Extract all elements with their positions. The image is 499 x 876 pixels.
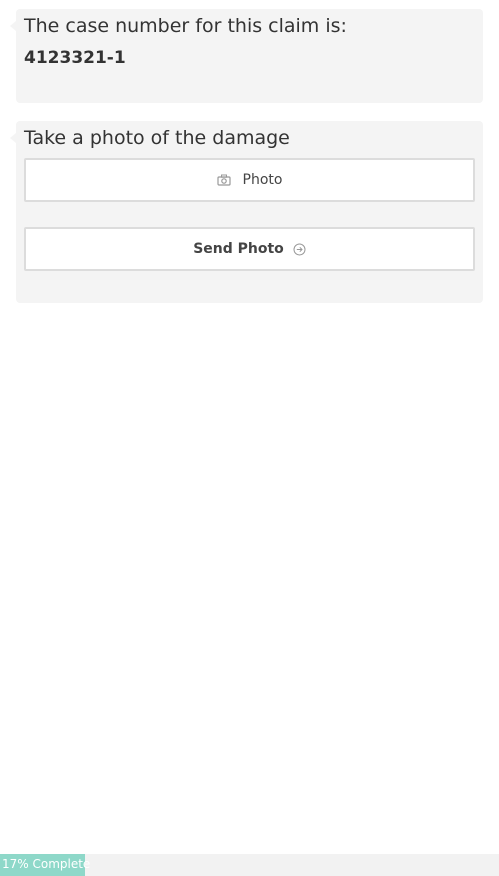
send-photo-button-label: Send Photo [193,241,284,257]
case-number-label: The case number for this claim is: [24,15,347,37]
case-number-value: 4123321-1 [24,48,126,68]
photo-request-card: Take a photo of the damage Photo Send Ph… [10,121,483,303]
send-photo-button[interactable]: Send Photo [24,227,475,271]
photo-button-label: Photo [242,172,283,188]
photo-button[interactable]: Photo [24,158,475,202]
progress-bar: 17% Complete [0,854,499,876]
photo-prompt: Take a photo of the damage [24,127,290,149]
arrow-circle-right-icon [293,243,306,256]
case-number-card: The case number for this claim is: 41233… [10,9,483,103]
progress-label: 17% Complete [2,857,91,871]
camera-icon [216,174,231,186]
chat-page: The case number for this claim is: 41233… [0,0,499,876]
